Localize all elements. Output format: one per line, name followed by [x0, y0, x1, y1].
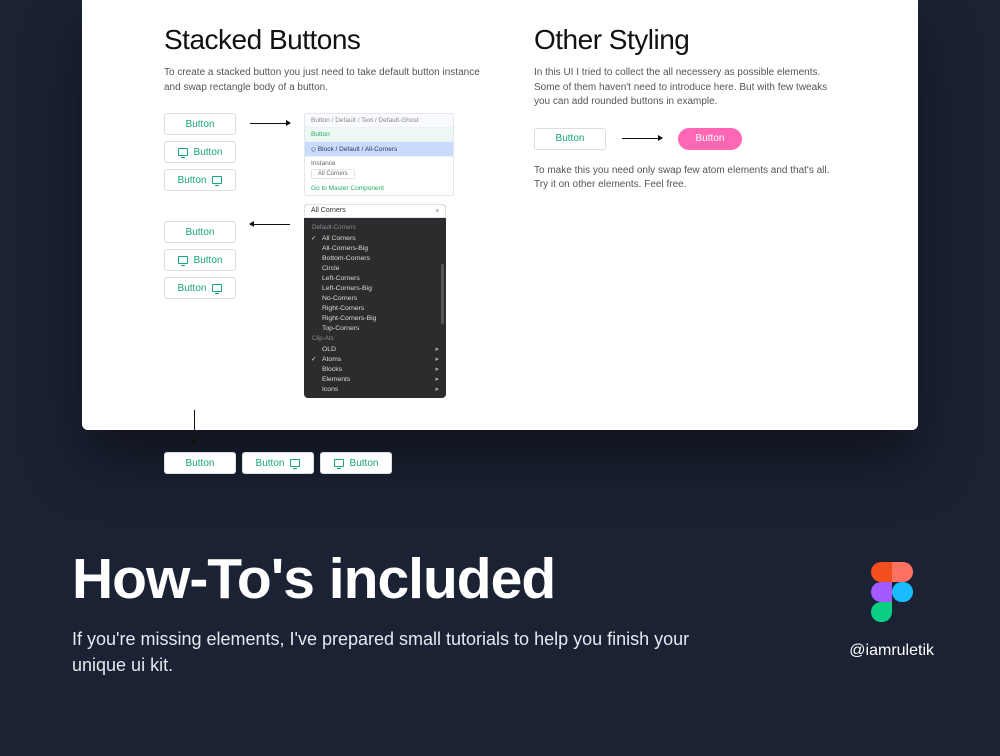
block-label: Block / Default / All-Corners [318, 146, 397, 153]
instance-label: Instance [311, 160, 447, 167]
monitor-icon [212, 284, 222, 292]
button-label: Button [194, 147, 223, 158]
dropdown-item[interactable]: Top-Corners [304, 323, 446, 333]
dropdown-item[interactable]: Left-Corners [304, 273, 446, 283]
instance-panel: Button / Default / Text / Default-Ghost … [304, 113, 454, 196]
hero-title: How-To's included [72, 546, 928, 612]
monitor-icon [178, 256, 188, 264]
dropdown-item[interactable]: No-Corners [304, 293, 446, 303]
button-example[interactable]: Button [164, 277, 236, 299]
button-pill[interactable]: Button [678, 128, 742, 150]
dropdown-item[interactable]: Bottom-Corners [304, 253, 446, 263]
arrow-right-icon [622, 138, 662, 139]
dropdown-header: All Corners [311, 207, 346, 215]
button-example[interactable]: Button [164, 169, 236, 191]
monitor-icon [334, 459, 344, 467]
hero-subtitle: If you're missing elements, I've prepare… [72, 626, 692, 678]
button-label: Button [178, 175, 207, 186]
button-label: Button [186, 119, 215, 130]
dropdown-item[interactable]: Blocks [304, 364, 446, 374]
button-label: Button [256, 458, 285, 469]
button-row: Button Button Button [164, 452, 494, 474]
scrollbar[interactable] [441, 264, 444, 324]
tutorial-card: Stacked Buttons To create a stacked butt… [82, 0, 918, 430]
button-example[interactable]: Button [164, 113, 236, 135]
arrow-left-icon [250, 224, 290, 225]
button-label: Button [186, 458, 215, 469]
dropdown-item[interactable]: Atoms [304, 354, 446, 364]
button-example[interactable]: Button [164, 249, 236, 271]
dropdown-item[interactable]: Left-Corners-Big [304, 283, 446, 293]
selected-button-row: Button [305, 128, 453, 142]
button-example[interactable]: Button [164, 221, 236, 243]
button-example[interactable]: Button [320, 452, 392, 474]
arrow-down-icon [194, 410, 195, 444]
other-styling-section: Other Styling In this UI I tried to coll… [534, 24, 836, 400]
dropdown-item[interactable]: Elements [304, 374, 446, 384]
dropdown-category: Clip-Ats [304, 333, 446, 344]
stacked-buttons-section: Stacked Buttons To create a stacked butt… [164, 24, 494, 400]
breadcrumb: Button / Default / Text / Default-Ghost [305, 114, 453, 128]
other-styling-note: To make this you need only swap few atom… [534, 164, 836, 193]
master-link[interactable]: Go to Master Component [305, 182, 453, 195]
dropdown-item[interactable]: OLD [304, 344, 446, 354]
button-example[interactable]: Button [164, 141, 236, 163]
button-label: Button [186, 227, 215, 238]
brand-block: @iamruletik [849, 562, 934, 660]
stacked-buttons-title: Stacked Buttons [164, 24, 494, 56]
button-stack-1: Button Button Button [164, 113, 236, 191]
dropdown-item[interactable]: All-Corners-Big [304, 243, 446, 253]
figma-logo-icon [871, 562, 913, 622]
hero: How-To's included If you're missing elem… [72, 546, 928, 678]
monitor-icon [178, 148, 188, 156]
dropdown-category: Default-Corners [304, 222, 446, 233]
monitor-icon [212, 176, 222, 184]
dropdown-item[interactable]: Circle [304, 263, 446, 273]
button-label: Button [194, 255, 223, 266]
button-example[interactable]: Button [164, 452, 236, 474]
other-styling-desc: In this UI I tried to collect the all ne… [534, 66, 836, 110]
button-label: Button [696, 133, 725, 144]
button-stack-2: Button Button Button [164, 221, 236, 299]
swap-dropdown[interactable]: All Corners▾ Default-Corners All Corners… [304, 204, 446, 398]
arrow-right-icon [250, 123, 290, 124]
dropdown-item[interactable]: All Corners [304, 233, 446, 243]
monitor-icon [290, 459, 300, 467]
figma-panel-mock: Button / Default / Text / Default-Ghost … [304, 113, 454, 398]
button-example[interactable]: Button [242, 452, 314, 474]
button-plain[interactable]: Button [534, 128, 606, 150]
dropdown-item[interactable]: Right-Corners-Big [304, 313, 446, 323]
dropdown-item[interactable]: Right-Corners [304, 303, 446, 313]
author-handle[interactable]: @iamruletik [849, 642, 934, 660]
instance-chip[interactable]: All Corners [311, 169, 355, 179]
stacked-buttons-desc: To create a stacked button you just need… [164, 66, 494, 95]
button-label: Button [556, 133, 585, 144]
dropdown-item[interactable]: Icons [304, 384, 446, 394]
other-styling-title: Other Styling [534, 24, 836, 56]
button-label: Button [178, 283, 207, 294]
button-label: Button [350, 458, 379, 469]
block-row: ◇ Block / Default / All-Corners [305, 142, 453, 157]
